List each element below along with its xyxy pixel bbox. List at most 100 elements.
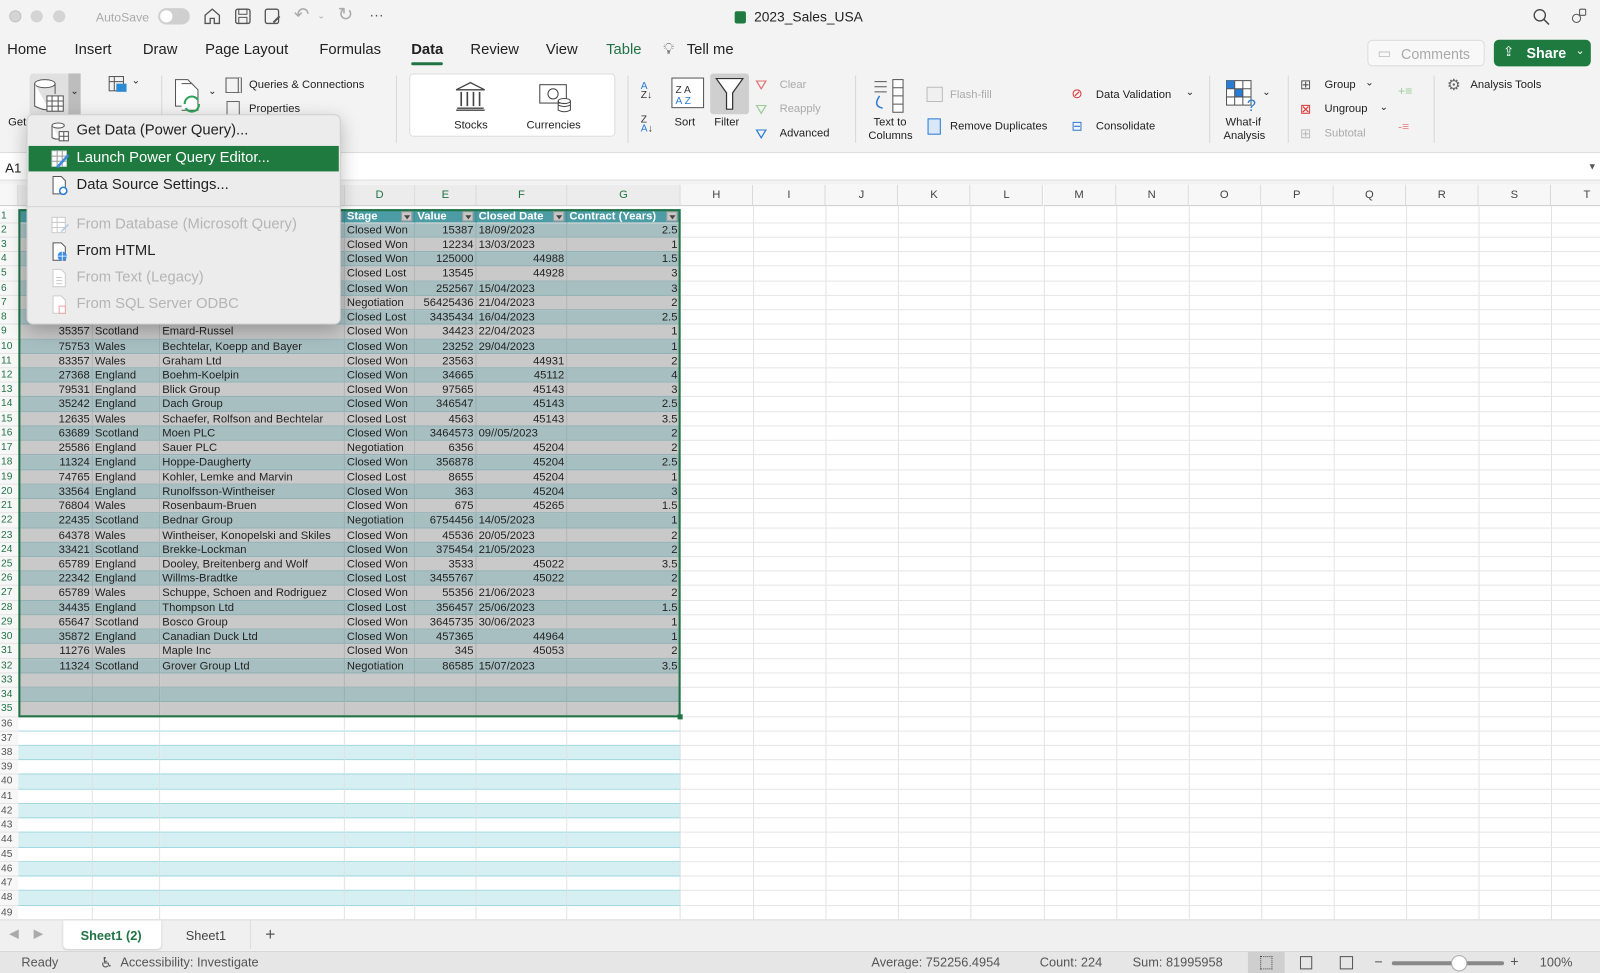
table-cell[interactable] [344,789,416,804]
more-icon[interactable]: ··· [369,6,383,22]
table-cell[interactable]: Bechtelar, Koepp and Bayer [160,339,345,354]
table-cell[interactable] [415,818,477,834]
table-cell[interactable] [415,673,477,688]
table-cell[interactable] [344,702,416,717]
scroll-sheets-left-icon[interactable]: ◀ [9,927,18,941]
table-cell[interactable]: 22342 [18,571,93,587]
hide-detail-icon[interactable]: -≡ [1398,119,1409,133]
table-cell[interactable]: 45536 [415,528,477,543]
table-cell[interactable] [476,876,568,892]
table-cell[interactable]: 11276 [18,644,93,659]
table-cell[interactable] [344,833,416,848]
tab-page-layout[interactable]: Page Layout [205,42,288,58]
row-header-21[interactable]: 21 [0,499,19,514]
table-cell[interactable]: 12234 [415,237,477,253]
table-cell[interactable]: Closed Lost [344,600,416,616]
fill-handle[interactable] [677,713,683,719]
table-cell[interactable]: Brekke-Lockman [160,542,345,558]
table-cell[interactable]: 64378 [18,528,93,543]
chevron-down-icon[interactable]: ⌄ [208,86,217,97]
table-cell[interactable] [160,673,345,688]
table-cell[interactable]: 44931 [476,353,568,369]
column-header-r[interactable]: R [1406,184,1479,207]
autosave-toggle[interactable] [158,8,190,25]
table-cell[interactable]: 45112 [476,368,568,383]
table-cell[interactable]: 75753 [18,339,93,354]
table-cell[interactable]: 35872 [18,629,93,645]
column-header-g[interactable]: G [567,184,681,207]
table-cell[interactable]: 6356 [415,440,477,456]
table-cell[interactable] [476,833,568,848]
table-cell[interactable]: Negotiation [344,295,416,311]
table-cell[interactable] [415,891,477,906]
table-cell[interactable] [18,687,93,703]
table-cell[interactable] [18,862,93,877]
table-cell[interactable]: 2 [567,542,681,558]
what-if-label-1[interactable]: What-if [1226,116,1262,128]
table-cell[interactable] [567,862,681,877]
table-cell[interactable] [415,876,477,892]
reapply-button[interactable]: Reapply [780,103,821,115]
table-cell[interactable] [160,818,345,834]
redo-icon[interactable]: ↻ [338,4,353,25]
row-header-48[interactable]: 48 [0,891,19,906]
row-header-29[interactable]: 29 [0,615,19,630]
table-cell[interactable]: England [92,470,161,485]
from-picture-icon[interactable] [108,74,128,94]
table-cell[interactable] [476,673,568,688]
table-cell[interactable]: 13/03/2023 [476,237,568,253]
table-cell[interactable]: Scotland [92,658,161,674]
expand-formula-bar-icon[interactable]: ▼ [1588,161,1597,171]
table-cell[interactable] [18,847,93,863]
table-cell[interactable]: Closed Won [344,382,416,398]
table-cell[interactable]: 3 [567,484,681,500]
table-cell[interactable]: Closed Won [344,542,416,558]
table-cell[interactable]: 457365 [415,629,477,645]
table-cell[interactable] [344,760,416,775]
table-cell[interactable] [567,760,681,775]
row-header-36[interactable]: 36 [0,716,19,732]
table-header-cell[interactable]: Closed Date [476,208,568,224]
ungroup-button[interactable]: Ungroup [1324,103,1367,115]
row-header-44[interactable]: 44 [0,833,19,848]
table-cell[interactable] [92,803,161,819]
table-cell[interactable] [92,673,161,688]
table-cell[interactable]: 4 [567,368,681,383]
column-header-i[interactable]: I [753,184,826,207]
table-cell[interactable]: 63689 [18,426,93,441]
column-header-f[interactable]: F [476,184,568,207]
table-cell[interactable]: Bosco Group [160,615,345,630]
row-header-16[interactable]: 16 [0,426,19,441]
table-cell[interactable] [567,876,681,892]
table-cell[interactable]: Scotland [92,426,161,441]
table-cell[interactable]: Dach Group [160,397,345,412]
table-cell[interactable]: 23252 [415,339,477,354]
text-to-columns-label-1[interactable]: Text to [873,116,906,128]
table-cell[interactable]: 125000 [415,252,477,267]
table-cell[interactable]: Closed Won [344,615,416,630]
table-cell[interactable] [567,745,681,761]
table-cell[interactable]: 11324 [18,658,93,674]
table-cell[interactable]: 2 [567,295,681,311]
select-all-corner[interactable] [0,184,19,207]
row-header-32[interactable]: 32 [0,658,19,674]
table-cell[interactable]: 12635 [18,411,93,427]
table-cell[interactable] [92,702,161,717]
table-cell[interactable]: Closed Won [344,426,416,441]
consolidate-button[interactable]: Consolidate [1096,120,1155,132]
row-header-8[interactable]: 8 [0,310,19,325]
table-cell[interactable]: Dooley, Breitenberg and Wolf [160,557,345,572]
tab-table[interactable]: Table [606,42,641,58]
table-cell[interactable]: 2.5 [567,310,681,325]
table-cell[interactable]: 1 [567,629,681,645]
table-cell[interactable] [476,731,568,746]
table-cell[interactable] [92,789,161,804]
table-cell[interactable]: 33564 [18,484,93,500]
row-header-5[interactable]: 5 [0,266,19,282]
table-cell[interactable]: 45143 [476,382,568,398]
row-header-24[interactable]: 24 [0,542,19,558]
row-header-15[interactable]: 15 [0,411,19,427]
table-cell[interactable]: 18/09/2023 [476,223,568,238]
table-cell[interactable] [92,687,161,703]
text-to-columns-icon[interactable] [870,78,911,115]
